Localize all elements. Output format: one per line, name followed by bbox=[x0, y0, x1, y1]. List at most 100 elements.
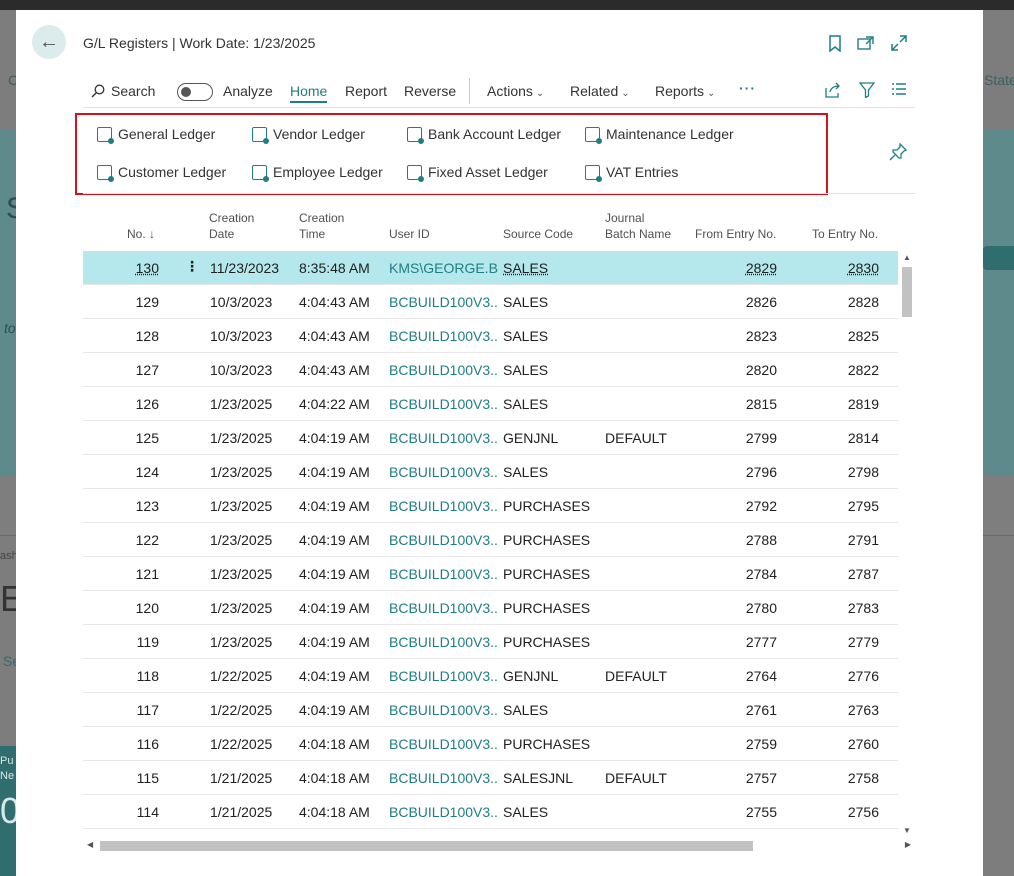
table-row[interactable]: 116 1/22/2025 4:04:18 AM BCBUILD100V3... PUR… bbox=[83, 727, 898, 761]
scroll-thumb[interactable] bbox=[100, 841, 753, 851]
row-menu-icon[interactable]: ⋮ bbox=[185, 258, 199, 275]
table-row[interactable]: 117 1/22/2025 4:04:19 AM BCBUILD100V3... SAL… bbox=[83, 693, 898, 727]
cell-user[interactable]: BCBUILD100V3... bbox=[389, 668, 499, 684]
open-new-window-icon[interactable] bbox=[856, 33, 876, 53]
cell-from: 2788 bbox=[745, 532, 777, 548]
reports-menu[interactable]: Reports ⌄ bbox=[655, 83, 715, 99]
table-row[interactable]: 120 1/23/2025 4:04:19 AM BCBUILD100V3... PUR… bbox=[83, 591, 898, 625]
scroll-thumb[interactable] bbox=[902, 267, 912, 317]
toggle-knob bbox=[181, 86, 191, 97]
cell-time: 4:04:43 AM bbox=[299, 362, 370, 378]
cell-user[interactable]: BCBUILD100V3... bbox=[389, 804, 499, 820]
cell-user[interactable]: BCBUILD100V3... bbox=[389, 770, 499, 786]
table-row[interactable]: 114 1/21/2025 4:04:18 AM BCBUILD100V3... SAL… bbox=[83, 795, 898, 829]
cell-from: 2764 bbox=[745, 668, 777, 684]
table-row[interactable]: 123 1/23/2025 4:04:19 AM BCBUILD100V3... PUR… bbox=[83, 489, 898, 523]
tab-home[interactable]: Home bbox=[290, 83, 328, 103]
table-row[interactable]: 121 1/23/2025 4:04:19 AM BCBUILD100V3... PUR… bbox=[83, 557, 898, 591]
cell-user[interactable]: BCBUILD100V3... bbox=[389, 328, 499, 344]
cell-date: 1/23/2025 bbox=[210, 532, 273, 548]
scroll-up-icon[interactable]: ▲ bbox=[903, 253, 911, 262]
cell-source: SALES bbox=[503, 804, 549, 820]
fixed-asset-ledger-action[interactable]: Fixed Asset Ledger bbox=[407, 164, 548, 182]
vendor-ledger-action[interactable]: Vendor Ledger bbox=[252, 126, 365, 144]
cell-user[interactable]: BCBUILD100V3... bbox=[389, 464, 499, 480]
related-menu[interactable]: Related ⌄ bbox=[570, 83, 630, 99]
column-header-user-id[interactable]: User ID bbox=[389, 226, 430, 242]
general-ledger-action[interactable]: General Ledger bbox=[97, 126, 215, 144]
bank-account-ledger-action[interactable]: Bank Account Ledger bbox=[407, 126, 561, 144]
column-header-source-code[interactable]: Source Code bbox=[503, 226, 573, 242]
cell-user[interactable]: BCBUILD100V3... bbox=[389, 600, 499, 616]
customer-ledger-action[interactable]: Customer Ledger bbox=[97, 164, 226, 182]
vat-entries-action[interactable]: VAT Entries bbox=[585, 164, 678, 182]
grid-header: No. ↓ Creation Date Creation Time User ID … bbox=[83, 208, 898, 250]
table-row[interactable]: 128 10/3/2023 4:04:43 AM BCBUILD100V3... SAL… bbox=[83, 319, 898, 353]
table-row[interactable]: 124 1/23/2025 4:04:19 AM BCBUILD100V3... SAL… bbox=[83, 455, 898, 489]
table-row[interactable]: 129 10/3/2023 4:04:43 AM BCBUILD100V3... SAL… bbox=[83, 285, 898, 319]
vertical-scrollbar[interactable]: ▲ ▼ bbox=[899, 251, 915, 835]
tab-report[interactable]: Report bbox=[345, 83, 387, 99]
list-view-icon[interactable] bbox=[891, 82, 907, 100]
scroll-left-icon[interactable]: ◀ bbox=[87, 840, 93, 849]
cell-user[interactable]: BCBUILD100V3... bbox=[389, 430, 499, 446]
cell-user[interactable]: BCBUILD100V3... bbox=[389, 702, 499, 718]
table-row[interactable]: 127 10/3/2023 4:04:43 AM BCBUILD100V3... SAL… bbox=[83, 353, 898, 387]
actions-menu[interactable]: Actions ⌄ bbox=[487, 83, 544, 99]
table-row[interactable]: 118 1/22/2025 4:04:19 AM BCBUILD100V3... GEN… bbox=[83, 659, 898, 693]
column-header-from-entry[interactable]: From Entry No. bbox=[695, 226, 776, 242]
column-header-creation-date[interactable]: Creation Date bbox=[209, 210, 254, 242]
filter-icon[interactable] bbox=[858, 82, 876, 102]
employee-ledger-action[interactable]: Employee Ledger bbox=[252, 164, 383, 182]
scroll-down-icon[interactable]: ▼ bbox=[903, 826, 911, 835]
cell-user[interactable]: BCBUILD100V3... bbox=[389, 498, 499, 514]
expand-icon[interactable] bbox=[889, 33, 909, 53]
cell-to: 2798 bbox=[847, 464, 879, 480]
reports-label: Reports bbox=[655, 83, 705, 99]
header-line: Date bbox=[209, 227, 235, 241]
bookmark-icon[interactable] bbox=[825, 33, 845, 53]
column-header-no[interactable]: No. ↓ bbox=[127, 226, 155, 242]
table-row[interactable]: 119 1/23/2025 4:04:19 AM BCBUILD100V3... PUR… bbox=[83, 625, 898, 659]
analyze-toggle[interactable] bbox=[177, 83, 213, 101]
cell-user[interactable]: BCBUILD100V3... bbox=[389, 362, 499, 378]
header-line: Journal bbox=[605, 211, 645, 225]
background-fragment: State bbox=[984, 72, 1014, 88]
horizontal-scrollbar[interactable]: ◀ ▶ bbox=[83, 838, 915, 854]
cell-user[interactable]: BCBUILD100V3... bbox=[389, 736, 499, 752]
table-row[interactable]: 125 1/23/2025 4:04:19 AM BCBUILD100V3... GEN… bbox=[83, 421, 898, 455]
vendor-ledger-label: Vendor Ledger bbox=[273, 126, 365, 142]
related-label: Related bbox=[570, 83, 619, 99]
table-row[interactable]: 130 11/23/2023 8:35:48 AM KMS\GEORGE.B... SA… bbox=[83, 251, 898, 285]
scroll-right-icon[interactable]: ▶ bbox=[905, 840, 911, 849]
search-button[interactable]: Search bbox=[91, 83, 155, 99]
cell-source: SALESJNL bbox=[503, 770, 574, 786]
maintenance-ledger-action[interactable]: Maintenance Ledger bbox=[585, 126, 734, 144]
tab-reverse[interactable]: Reverse bbox=[404, 83, 456, 99]
cell-no: 119 bbox=[136, 634, 159, 650]
pin-icon[interactable] bbox=[889, 142, 908, 166]
column-header-creation-time[interactable]: Creation Time bbox=[299, 210, 344, 242]
cell-no: 126 bbox=[135, 396, 159, 412]
cell-date: 1/23/2025 bbox=[210, 430, 273, 446]
cell-source: PURCHASES bbox=[503, 566, 591, 582]
more-options-button[interactable]: ··· bbox=[739, 80, 756, 96]
column-header-to-entry[interactable]: To Entry No. bbox=[812, 226, 878, 242]
header-line: Creation bbox=[299, 211, 345, 225]
cell-user[interactable]: BCBUILD100V3... bbox=[389, 566, 499, 582]
cell-user[interactable]: BCBUILD100V3... bbox=[389, 294, 499, 310]
cell-source: PURCHASES bbox=[503, 498, 591, 514]
cell-user[interactable]: BCBUILD100V3... bbox=[389, 532, 499, 548]
cell-user[interactable]: KMS\GEORGE.B... bbox=[389, 260, 499, 276]
back-button[interactable]: ← bbox=[32, 25, 66, 59]
column-header-journal-batch[interactable]: Journal Batch Name bbox=[605, 210, 671, 242]
cell-user[interactable]: BCBUILD100V3... bbox=[389, 634, 499, 650]
cell-batch: DEFAULT bbox=[605, 430, 667, 446]
table-row[interactable]: 126 1/23/2025 4:04:22 AM BCBUILD100V3... SAL… bbox=[83, 387, 898, 421]
table-row[interactable]: 122 1/23/2025 4:04:19 AM BCBUILD100V3... PUR… bbox=[83, 523, 898, 557]
table-row[interactable]: 115 1/21/2025 4:04:18 AM BCBUILD100V3... SAL… bbox=[83, 761, 898, 795]
analyze-label[interactable]: Analyze bbox=[223, 83, 273, 99]
share-icon[interactable] bbox=[825, 82, 842, 102]
cell-user[interactable]: BCBUILD100V3... bbox=[389, 396, 499, 412]
cell-source: SALES bbox=[503, 328, 549, 344]
